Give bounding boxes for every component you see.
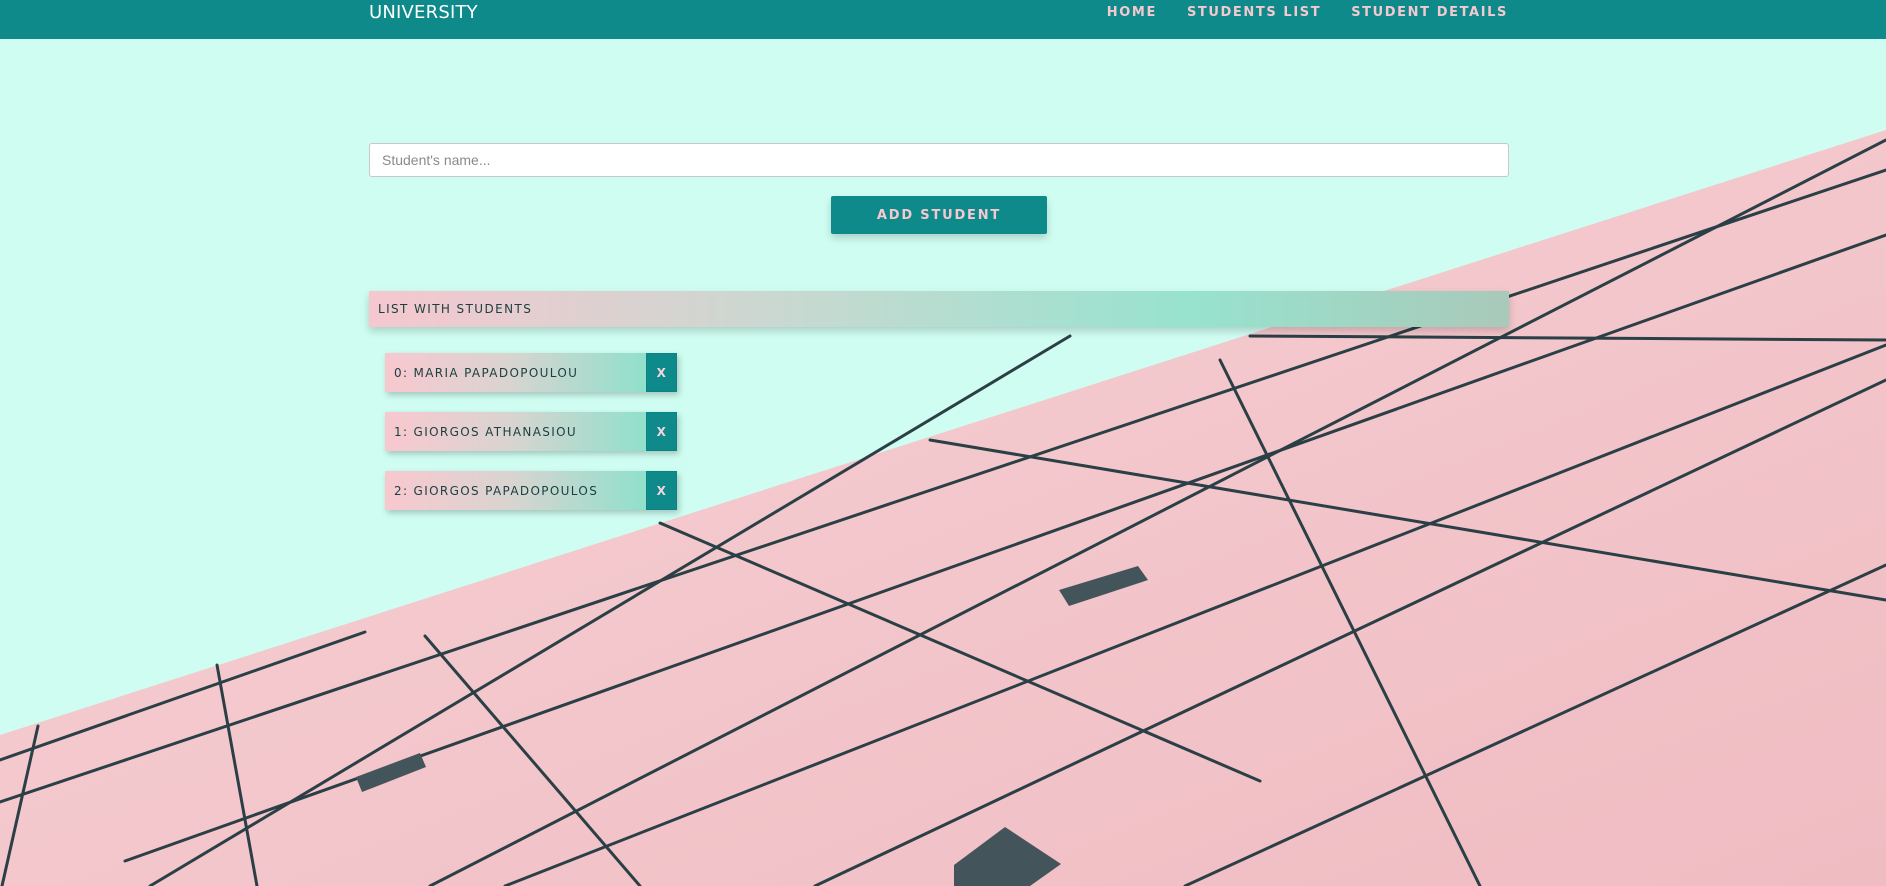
nav-students-list-link[interactable]: STUDENTS LIST	[1187, 5, 1321, 21]
student-item-label: 0: MARIA PAPADOPOULOU	[394, 365, 579, 380]
student-item-label: 2: GIORGOS PAPADOPOULOS	[394, 483, 599, 498]
building-facade-background	[0, 130, 1886, 886]
student-list-item: 1: GIORGOS ATHANASIOU X	[385, 412, 677, 451]
student-item-label: 1: GIORGOS ATHANASIOU	[394, 424, 578, 439]
delete-student-button[interactable]: X	[646, 353, 677, 392]
student-list-item: 0: MARIA PAPADOPOULOU X	[385, 353, 677, 392]
close-icon: X	[656, 365, 667, 380]
students-list-header: LIST WITH STUDENTS	[369, 291, 1509, 327]
student-name-input[interactable]	[369, 143, 1509, 177]
nav-student-details-link[interactable]: STUDENT DETAILS	[1351, 5, 1508, 21]
main-navigation: HOME STUDENTS LIST STUDENT DETAILS	[1107, 5, 1508, 21]
student-list: 0: MARIA PAPADOPOULOU X 1: GIORGOS ATHAN…	[385, 353, 677, 530]
students-list-title: LIST WITH STUDENTS	[378, 302, 533, 316]
student-input-wrapper	[369, 143, 1509, 177]
top-navbar: UNIVERSITY HOME STUDENTS LIST STUDENT DE…	[0, 0, 1886, 39]
brand-title[interactable]: UNIVERSITY	[369, 3, 478, 23]
delete-student-button[interactable]: X	[646, 471, 677, 510]
close-icon: X	[656, 424, 667, 439]
close-icon: X	[656, 483, 667, 498]
nav-home-link[interactable]: HOME	[1107, 5, 1157, 21]
student-item-pill: 2: GIORGOS PAPADOPOULOS	[385, 471, 646, 510]
student-list-item: 2: GIORGOS PAPADOPOULOS X	[385, 471, 677, 510]
student-item-pill: 1: GIORGOS ATHANASIOU	[385, 412, 646, 451]
student-item-pill: 0: MARIA PAPADOPOULOU	[385, 353, 646, 392]
add-student-button[interactable]: ADD STUDENT	[831, 196, 1047, 234]
delete-student-button[interactable]: X	[646, 412, 677, 451]
